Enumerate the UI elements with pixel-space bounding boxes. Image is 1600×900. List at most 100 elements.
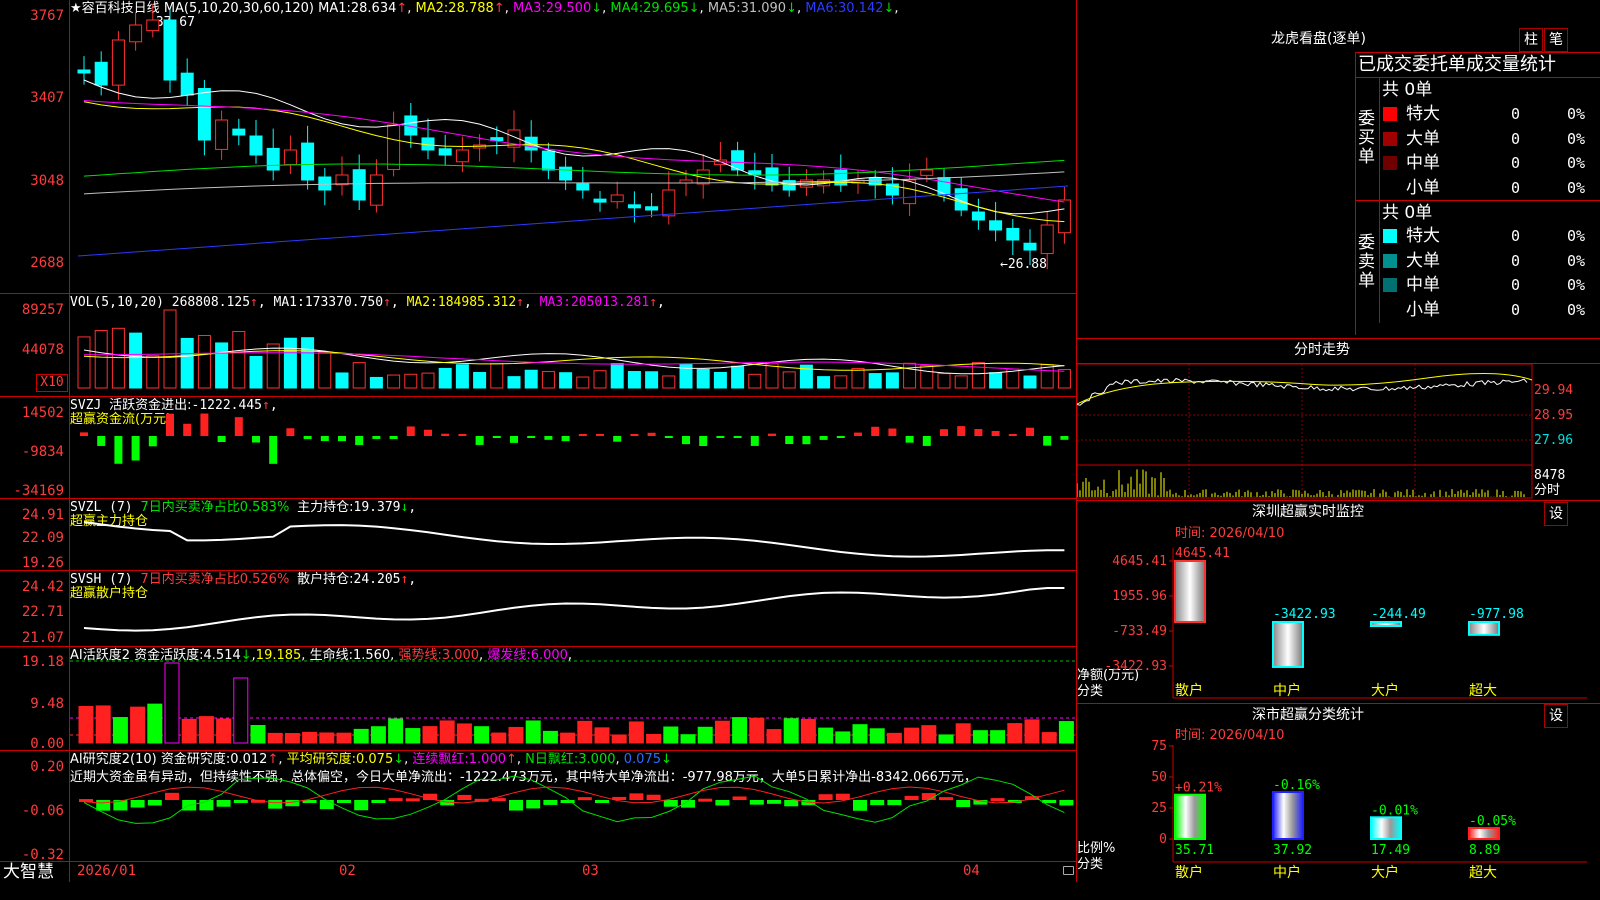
activity-bar — [95, 705, 111, 744]
class-bar-value: 37.92 — [1273, 843, 1312, 858]
activity-bar — [886, 732, 902, 744]
research-bar — [96, 800, 111, 811]
activity-bar — [1058, 721, 1074, 744]
fund-flow-bar — [854, 432, 862, 436]
fund-flow-bar — [957, 426, 966, 436]
research-bar — [577, 797, 592, 801]
candle — [129, 24, 143, 43]
volume-bar — [215, 342, 229, 389]
fund-flow-bar — [166, 413, 174, 436]
activity-bar — [474, 726, 490, 744]
volume-bar — [163, 309, 177, 389]
activity-bar — [663, 726, 679, 744]
fund-flow-bar — [303, 436, 312, 440]
activity-bar — [646, 733, 662, 744]
monitor-bar — [1370, 621, 1402, 627]
volume-bar — [834, 375, 848, 389]
candle — [318, 176, 332, 191]
research-bar — [629, 793, 644, 800]
candle — [232, 128, 246, 136]
volume-bar — [283, 337, 297, 389]
chart-canvas[interactable] — [0, 0, 1077, 882]
research-bar — [509, 800, 523, 811]
ma2-line — [83, 101, 1065, 223]
research-bar — [698, 798, 713, 802]
volume-bar — [954, 375, 968, 389]
research-bar — [268, 800, 283, 809]
volume-bar — [421, 372, 435, 389]
candle — [662, 189, 676, 217]
volume-bar — [1023, 375, 1037, 389]
right-panel: 龙虎看盘(逐单) 柱 笔 已成交委托单成交量统计 委买单 委卖单 共 0单 共 … — [1077, 0, 1600, 900]
fund-flow-bar — [819, 436, 828, 440]
candle — [180, 72, 194, 96]
activity-bar — [560, 732, 576, 744]
candle — [77, 69, 91, 74]
fund-flow-bar — [785, 436, 794, 445]
fund-flow-bar — [1026, 427, 1034, 436]
candle — [266, 147, 280, 171]
fund-flow-bar — [389, 436, 398, 440]
monitor-bar-value: -977.98 — [1469, 607, 1524, 622]
vol-ma3-line — [84, 352, 1065, 372]
activity-bar — [714, 720, 730, 744]
research-bar — [216, 800, 231, 807]
research-bar — [371, 800, 386, 803]
candle — [352, 169, 366, 201]
fund-flow-bar — [441, 433, 450, 436]
activity-bar — [198, 716, 214, 744]
activity-bar — [904, 727, 920, 744]
research-bar — [526, 800, 541, 809]
volume-bar — [455, 364, 469, 389]
activity-bar — [78, 705, 94, 744]
right-chart-canvas: 4645.41 1955.96 -733.49 -3422.93 4645.41 散户 -3… — [1077, 363, 1587, 881]
fund-flow-bar — [252, 436, 260, 443]
fund-flow-bar — [888, 428, 897, 436]
research-bar — [543, 800, 558, 805]
activity-bar — [456, 723, 472, 744]
main-chart-area[interactable]: ★容百科技日线 MA(5,10,20,30,60,120) MA1:28.634… — [0, 0, 1077, 882]
activity-bar — [1041, 732, 1057, 744]
candle — [146, 19, 160, 32]
activity-bar — [353, 728, 369, 744]
volume-bar — [232, 331, 246, 389]
volume-bar — [1040, 364, 1054, 389]
candle — [541, 150, 555, 171]
volume-bar — [765, 363, 779, 389]
fund-flow-bar — [596, 434, 604, 436]
monitor-category-label: 超大 — [1469, 683, 1497, 699]
monitor-category-label: 中户 — [1273, 682, 1301, 699]
fund-flow-bar — [802, 436, 811, 445]
research-bar — [457, 794, 472, 800]
fund-flow-bar — [871, 426, 880, 436]
research-bar — [663, 800, 678, 807]
monitor-bar — [1272, 621, 1304, 668]
fund-flow-bar — [544, 436, 553, 440]
fund-flow-bar — [561, 436, 570, 442]
class-category-label: 中户 — [1273, 864, 1301, 881]
candle — [387, 124, 401, 170]
volume-bar — [748, 373, 762, 389]
ma4-line — [83, 159, 1065, 177]
class-category-label: 散户 — [1175, 864, 1203, 881]
volume-bar — [576, 376, 590, 389]
fund-flow-bar — [733, 436, 742, 438]
volume-bar — [146, 355, 160, 389]
class-change-label: +0.21% — [1175, 781, 1222, 796]
fund-flow-bar — [1008, 434, 1017, 436]
candle — [593, 198, 607, 203]
volume-bar — [731, 365, 745, 389]
fund-flow-bar — [664, 436, 673, 438]
class-bar — [1468, 826, 1500, 840]
fund-flow-bar — [183, 423, 192, 436]
activity-bar — [370, 726, 386, 744]
candle — [1006, 227, 1020, 241]
volume-bar — [249, 355, 263, 389]
class-axis-label: 25 — [1151, 801, 1167, 816]
research-bar — [646, 794, 661, 800]
fund-flow-bar — [1060, 436, 1069, 440]
candle — [455, 149, 469, 163]
volume-bar — [885, 372, 899, 389]
fund-flow-bar — [114, 436, 123, 464]
activity-bar — [990, 730, 1006, 744]
